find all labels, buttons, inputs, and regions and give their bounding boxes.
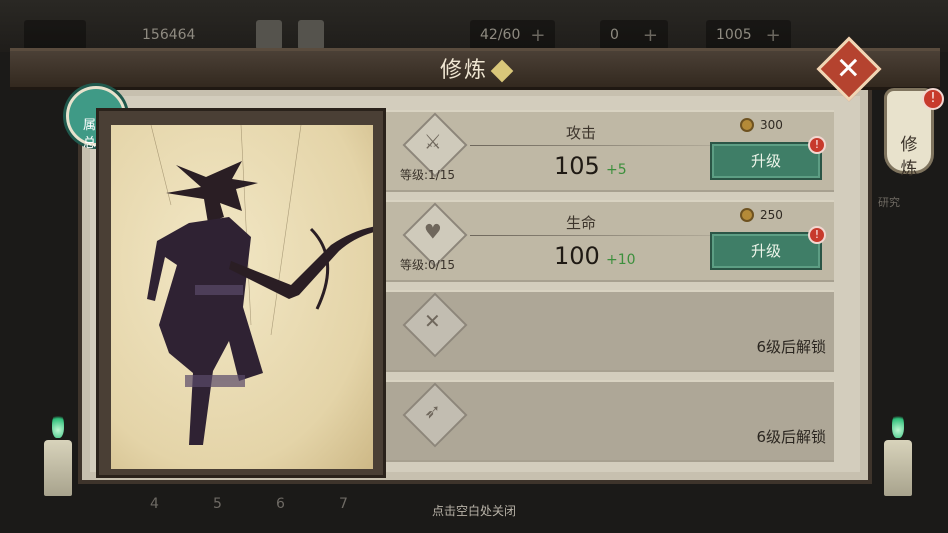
- upgrade-cost: 250: [740, 208, 783, 222]
- coin-add-button[interactable]: +: [766, 25, 781, 46]
- character-shadow-puppet-image: [111, 124, 391, 469]
- cost-value: 250: [760, 208, 783, 222]
- tap-to-close-hint[interactable]: 点击空白处关闭: [0, 502, 948, 519]
- stat-row-attack: ⚔ 等级:1/15 攻击 105 +5 300 升级 !: [386, 110, 834, 192]
- info-diamond-icon[interactable]: [490, 59, 514, 83]
- ingot-add-button[interactable]: +: [643, 25, 658, 46]
- stat-row-locked: ➶ 6级后解锁: [386, 380, 834, 462]
- dialog-title: 修炼: [420, 52, 530, 84]
- coin-icon: [740, 118, 754, 132]
- close-icon: ✕: [836, 51, 862, 87]
- alert-icon: !: [808, 136, 826, 154]
- stat-value: 100: [554, 242, 600, 270]
- stat-bonus: +10: [606, 252, 636, 268]
- archer-silhouette-icon: [147, 124, 391, 445]
- upgrade-attack-button[interactable]: 升级: [710, 142, 822, 180]
- stamina-add-button[interactable]: +: [530, 25, 545, 46]
- stat-value: 105: [554, 152, 600, 180]
- stat-row-locked: ✕ 6级后解锁: [386, 290, 834, 372]
- character-portrait-frame: [96, 108, 391, 478]
- stat-name: 生命: [565, 214, 596, 232]
- bag-icon[interactable]: [256, 20, 282, 50]
- coin-icon: [740, 208, 754, 222]
- candle-left: [44, 440, 72, 496]
- alert-icon: !: [922, 88, 944, 110]
- coin-value: 1005: [716, 27, 752, 43]
- unlock-requirement: 6级后解锁: [756, 338, 826, 356]
- crossed-blades-icon: ✕: [402, 292, 468, 358]
- player-id: 156464: [142, 27, 196, 43]
- bow-icon: ➶: [402, 382, 468, 448]
- tab-cultivation-label: 修 炼: [900, 135, 918, 179]
- side-hint-text: 研究: [878, 196, 900, 209]
- stamina-value: 42/60: [480, 27, 521, 43]
- upgrade-cost: 300: [740, 118, 783, 132]
- stat-level: 等级:1/15: [400, 168, 455, 182]
- candle-right: [884, 440, 912, 496]
- stat-name: 攻击: [565, 124, 596, 142]
- stat-row-hp: ♥ 等级:0/15 生命 100 +10 250 升级 !: [386, 200, 834, 282]
- mail-icon[interactable]: [298, 20, 324, 50]
- flame-icon: [52, 412, 64, 438]
- flame-icon: [892, 412, 904, 438]
- stat-level: 等级:0/15: [400, 258, 455, 272]
- upgrade-hp-button[interactable]: 升级: [710, 232, 822, 270]
- avatar-slot[interactable]: [24, 20, 86, 50]
- cost-value: 300: [760, 118, 783, 132]
- ingot-value: 0: [610, 27, 619, 43]
- dialog-title-text: 修炼: [439, 58, 488, 83]
- top-resource-bar: 156464 42/60 + 0 + 1005 +: [0, 0, 948, 52]
- alert-icon: !: [808, 226, 826, 244]
- stat-bonus: +5: [606, 162, 627, 178]
- unlock-requirement: 6级后解锁: [756, 428, 826, 446]
